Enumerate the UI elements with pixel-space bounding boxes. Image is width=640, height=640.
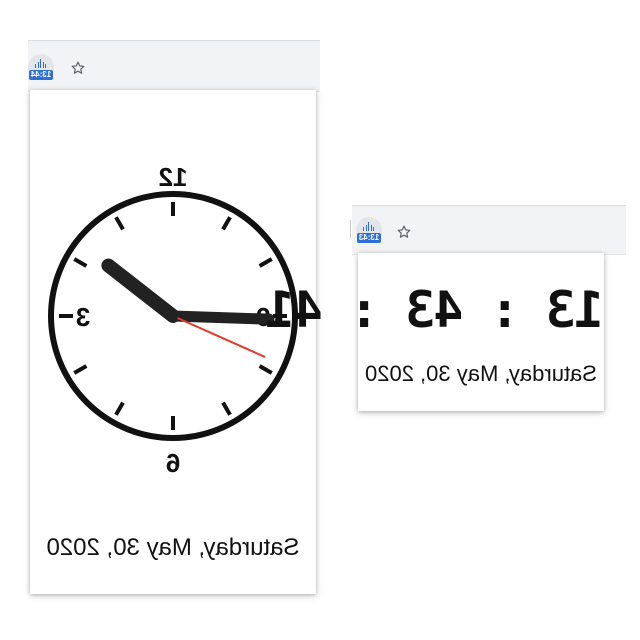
minute-hand [167, 310, 275, 325]
clock-center-hub [168, 311, 178, 321]
clock-extension-bars [363, 221, 375, 231]
analog-date-label: Saturday, May 30, 2020 [46, 534, 300, 561]
digital-clock-popup: 13 : 43 : 41 Saturday, May 30, 2020 [266, 253, 604, 411]
extension-time-badge: 13:43 [357, 233, 381, 243]
numeral-6: 6 [166, 448, 180, 478]
clock-extension-icon[interactable]: 13:44 [28, 54, 54, 80]
analog-clock-popup: 12 9 6 3 Saturday, May 30, 2020 [30, 90, 316, 594]
star-icon[interactable] [396, 224, 412, 240]
digital-window-toolbar [352, 205, 626, 255]
digital-date-label: Saturday, May 30, 2020 [365, 361, 597, 386]
clock-extension-bars [35, 58, 47, 68]
star-icon[interactable] [70, 60, 86, 76]
extension-time-badge: 13:44 [29, 70, 53, 80]
digital-time-display: 13 : 43 : 41 [266, 281, 604, 339]
numeral-3: 3 [76, 302, 90, 332]
toolbar-divider [350, 220, 351, 238]
clock-extension-icon[interactable]: 13:43 [356, 217, 382, 243]
numeral-12: 12 [159, 162, 188, 192]
